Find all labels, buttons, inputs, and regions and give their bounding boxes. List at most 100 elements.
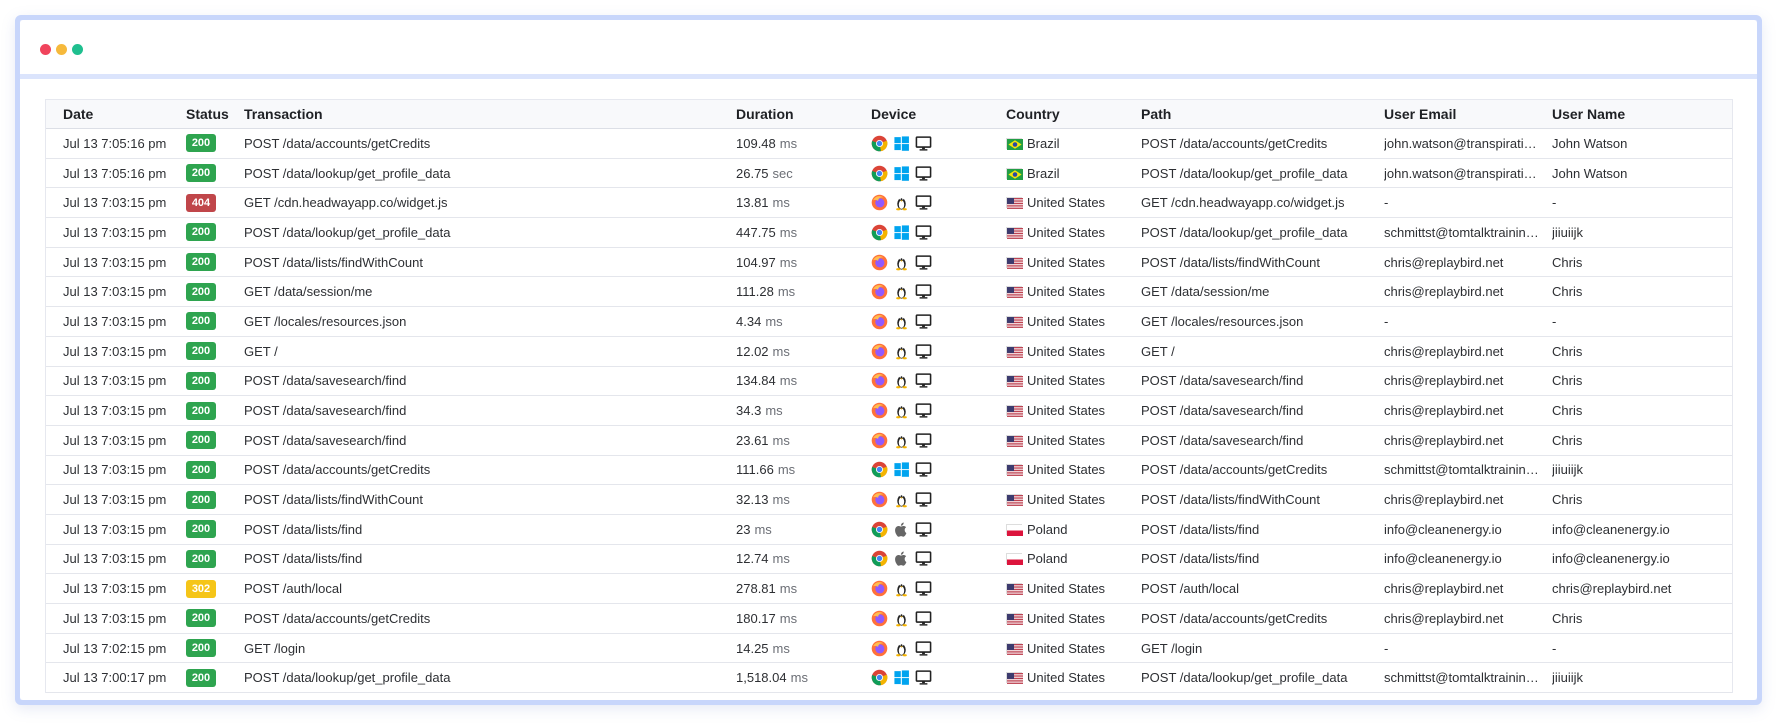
table-row[interactable]: Jul 13 7:03:15 pm 200 POST /data/savesea… (46, 367, 1732, 397)
linux-icon (893, 610, 910, 627)
us-flag-icon (1006, 583, 1023, 596)
us-flag-icon (1006, 464, 1023, 477)
minimize-window-button[interactable] (56, 44, 67, 55)
transaction-cell: GET /locales/resources.json (244, 313, 407, 329)
user-name-cell: jiiuiijk (1552, 670, 1584, 686)
device-cell (871, 610, 1006, 627)
header-duration[interactable]: Duration (736, 106, 871, 122)
table-row[interactable]: Jul 13 7:05:16 pm 200 POST /data/lookup/… (46, 159, 1732, 189)
table-row[interactable]: Jul 13 7:03:15 pm 200 POST /data/account… (46, 456, 1732, 486)
table-row[interactable]: Jul 13 7:03:15 pm 200 POST /data/lists/f… (46, 545, 1732, 575)
maximize-window-button[interactable] (72, 44, 83, 55)
us-flag-icon (1006, 256, 1023, 269)
user-email-cell: - (1384, 641, 1552, 656)
table-row[interactable]: Jul 13 7:03:15 pm 200 GET /locales/resou… (46, 307, 1732, 337)
table-row[interactable]: Jul 13 7:03:15 pm 200 POST /data/lookup/… (46, 218, 1732, 248)
header-user-name[interactable]: User Name (1552, 106, 1722, 122)
table-row[interactable]: Jul 13 7:03:15 pm 200 POST /data/account… (46, 604, 1732, 634)
country-name: United States (1027, 640, 1106, 656)
status-badge: 200 (186, 609, 216, 628)
windows-icon (893, 135, 910, 152)
transaction-cell: POST /auth/local (244, 581, 343, 597)
country-cell: Brazil (1006, 136, 1141, 151)
duration-value: 32.13 (736, 492, 769, 508)
country-name: Brazil (1027, 135, 1060, 151)
header-user-email[interactable]: User Email (1384, 106, 1552, 122)
user-email: chris@replaybird.net (1384, 581, 1504, 597)
duration-cell: 278.81 ms (736, 581, 871, 596)
linux-icon (893, 313, 910, 330)
chrome-icon (871, 521, 888, 538)
user-email: - (1384, 195, 1389, 211)
path-cell: POST /data/accounts/getCredits (1141, 135, 1328, 151)
linux-icon (893, 491, 910, 508)
close-window-button[interactable] (40, 44, 51, 55)
duration-value: 111.28 (736, 284, 774, 300)
duration-cell: 32.13 ms (736, 492, 871, 507)
header-path[interactable]: Path (1141, 106, 1384, 122)
table-row[interactable]: Jul 13 7:03:15 pm 302 POST /auth/local 2… (46, 574, 1732, 604)
country-cell: United States (1006, 403, 1141, 418)
duration-value: 26.75 (736, 165, 769, 181)
table-row[interactable]: Jul 13 7:02:15 pm 200 GET /login 14.25 m… (46, 634, 1732, 664)
transaction-cell: POST /data/savesearch/find (244, 432, 407, 448)
table-row[interactable]: Jul 13 7:00:17 pm 200 POST /data/lookup/… (46, 663, 1732, 694)
desktop-icon (915, 343, 932, 360)
header-transaction[interactable]: Transaction (244, 106, 736, 122)
desktop-icon (915, 640, 932, 657)
user-email: info@cleanenergy.io (1384, 551, 1502, 567)
path-cell: POST /data/lists/find (1141, 521, 1260, 537)
transaction-cell: POST /data/accounts/getCredits (244, 462, 431, 478)
header-country[interactable]: Country (1006, 106, 1141, 122)
header-date[interactable]: Date (46, 106, 186, 122)
duration-cell: 111.28 ms (736, 284, 871, 299)
windows-icon (893, 669, 910, 686)
duration-unit: ms (772, 195, 790, 211)
device-cell (871, 254, 1006, 271)
duration-unit: ms (779, 254, 798, 270)
country-name: United States (1027, 403, 1106, 419)
duration-unit: ms (754, 521, 772, 537)
firefox-icon (871, 283, 888, 300)
table-row[interactable]: Jul 13 7:03:15 pm 200 POST /data/savesea… (46, 396, 1732, 426)
table-row[interactable]: Jul 13 7:03:15 pm 200 GET / 12.02 ms Uni… (46, 337, 1732, 367)
us-flag-icon (1006, 375, 1023, 388)
firefox-icon (871, 194, 888, 211)
status-badge: 200 (186, 431, 216, 450)
firefox-icon (871, 343, 888, 360)
user-email: - (1384, 640, 1389, 656)
table-row[interactable]: Jul 13 7:03:15 pm 200 POST /data/savesea… (46, 426, 1732, 456)
table-header: Date Status Transaction Duration Device … (46, 100, 1732, 129)
table-row[interactable]: Jul 13 7:03:15 pm 200 POST /data/lists/f… (46, 515, 1732, 545)
us-flag-icon (1006, 672, 1023, 685)
user-name-cell: Chris (1552, 492, 1583, 508)
table-row[interactable]: Jul 13 7:03:15 pm 200 GET /data/session/… (46, 277, 1732, 308)
us-flag-icon (1006, 286, 1023, 299)
user-email-cell: john.watson@transpiration.com (1384, 136, 1552, 151)
date-cell: Jul 13 7:02:15 pm (63, 640, 167, 656)
path-cell: POST /data/lookup/get_profile_data (1141, 670, 1348, 686)
table-row[interactable]: Jul 13 7:03:15 pm 200 POST /data/lists/f… (46, 248, 1732, 278)
chrome-icon (871, 550, 888, 567)
us-flag-icon (1006, 434, 1023, 447)
user-email-cell: - (1384, 195, 1552, 210)
header-status[interactable]: Status (186, 106, 244, 122)
device-cell (871, 521, 1006, 538)
desktop-icon (915, 669, 932, 686)
duration-value: 12.02 (736, 343, 769, 359)
desktop-icon (915, 402, 932, 419)
duration-value: 278.81 (736, 581, 776, 597)
firefox-icon (871, 372, 888, 389)
header-device[interactable]: Device (871, 106, 1006, 122)
device-cell (871, 165, 1006, 182)
duration-cell: 23.61 ms (736, 433, 871, 448)
table-row[interactable]: Jul 13 7:03:15 pm 200 POST /data/lists/f… (46, 485, 1732, 515)
user-email: chris@replaybird.net (1384, 284, 1504, 300)
desktop-icon (915, 135, 932, 152)
status-cell: 404 (186, 193, 244, 212)
table-row[interactable]: Jul 13 7:05:16 pm 200 POST /data/account… (46, 129, 1732, 159)
apple-icon (893, 550, 910, 567)
user-email: info@cleanenergy.io (1384, 521, 1502, 537)
table-row[interactable]: Jul 13 7:03:15 pm 404 GET /cdn.headwayap… (46, 188, 1732, 219)
path-cell: POST /data/lookup/get_profile_data (1141, 224, 1348, 240)
